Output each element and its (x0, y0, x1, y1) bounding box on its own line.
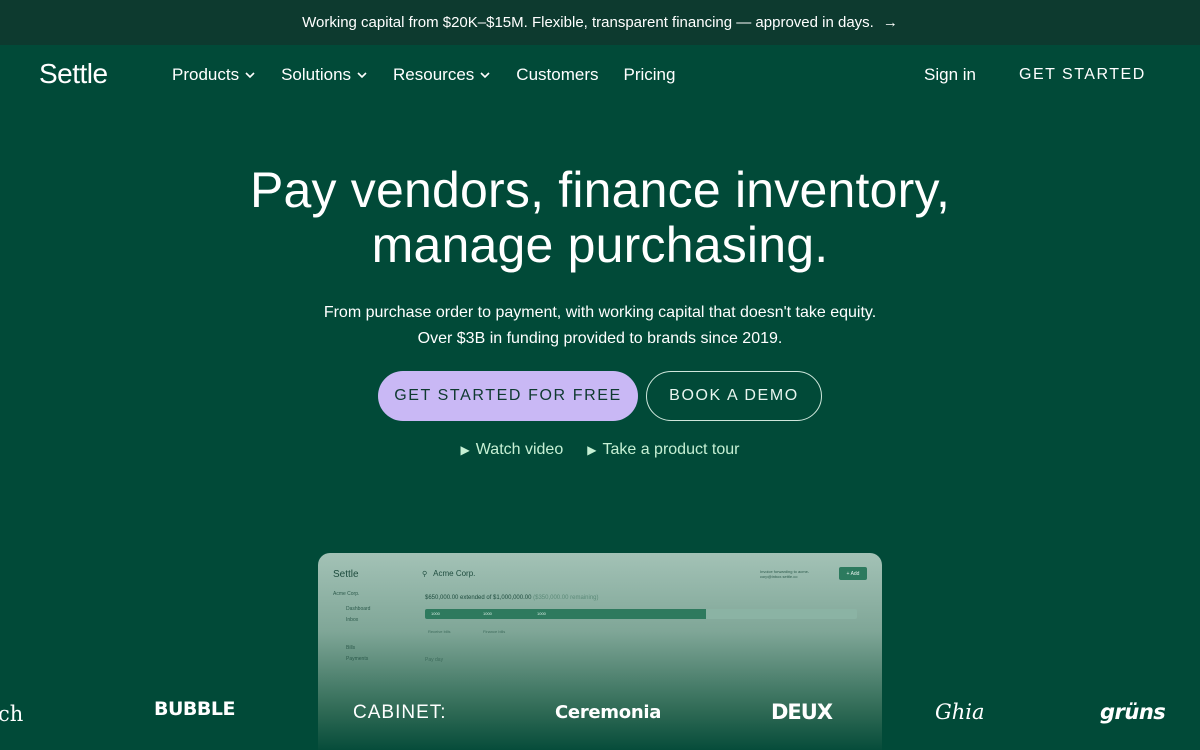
preview-funding-bar-fill (425, 609, 706, 619)
book-demo-button[interactable]: BOOK A DEMO (646, 371, 822, 421)
watch-video-link[interactable]: ▶ Watch video (461, 441, 564, 459)
product-tour-link[interactable]: ▶ Take a product tour (587, 441, 739, 459)
customer-logos: ch BUBBLE CABINET: Ceremonia DEUX Ghia g… (0, 690, 1200, 740)
play-icon: ▶ (587, 443, 597, 457)
preview-funding-bar: 1000 1000 1000 (425, 609, 857, 619)
preview-add-button: + Add (839, 567, 867, 580)
chevron-down-icon (245, 72, 255, 79)
chevron-down-icon (357, 72, 367, 79)
nav-item-label: Customers (516, 65, 599, 84)
sign-in-link[interactable]: Sign in (924, 65, 976, 85)
nav-item-label: Pricing (623, 65, 676, 84)
top-nav: Settle Products Solutions Resources Cust… (0, 45, 1200, 105)
preview-sidebar-item: Payments (346, 656, 369, 662)
preview-funding-text: $650,000.00 extended of $1,000,000.00 (425, 595, 532, 601)
customer-logo: ch (0, 702, 24, 726)
nav-item-pricing[interactable]: Pricing (623, 65, 675, 85)
watch-video-label: Watch video (475, 441, 564, 458)
preview-forward-text: Invoice forwarding to acme-corp@inbox.se… (760, 569, 810, 579)
nav-item-customers[interactable]: Customers (516, 65, 598, 85)
announcement-bar[interactable]: Working capital from $20K–$15M. Flexible… (0, 0, 1200, 45)
chevron-down-icon (480, 72, 490, 79)
hero-title-line: manage purchasing. (371, 217, 829, 273)
brand-logo[interactable]: Settle (39, 58, 108, 90)
preview-search: ⚲ Acme Corp. (422, 569, 475, 578)
preview-bar-label: 1000 (537, 611, 546, 616)
preview-company: Acme Corp. (433, 569, 476, 578)
preview-chip: Receive bills (428, 629, 451, 634)
preview-funding: $650,000.00 extended of $1,000,000.00 ($… (425, 595, 599, 601)
get-started-nav-button[interactable]: GET STARTED (1019, 66, 1146, 84)
announcement-text: Working capital from $20K–$15M. Flexible… (302, 14, 874, 31)
nav-links: Products Solutions Resources Customers P… (172, 65, 700, 85)
hero-secondary-links: ▶ Watch video ▶ Take a product tour (0, 441, 1200, 459)
nav-item-solutions[interactable]: Solutions (281, 65, 368, 85)
preview-sidebar-item: Bills (346, 645, 356, 651)
hero-subtitle-line: Over $3B in funding provided to brands s… (417, 330, 783, 347)
hero-subtitle: From purchase order to payment, with wor… (0, 300, 1200, 352)
hero-title: Pay vendors, finance inventory, manage p… (0, 163, 1200, 273)
nav-item-label: Resources (393, 65, 475, 84)
arrow-right-icon: → (882, 14, 898, 31)
nav-item-label: Solutions (281, 65, 352, 84)
nav-item-products[interactable]: Products (172, 65, 256, 85)
preview-sidebar-item: Inbox (346, 617, 359, 623)
customer-logo: DEUX (771, 700, 833, 724)
customer-logo: BUBBLE (154, 698, 235, 720)
preview-logo: Settle (333, 569, 359, 580)
product-tour-label: Take a product tour (602, 441, 740, 458)
customer-logo: CABINET: (353, 702, 447, 723)
preview-sidebar-item: Acme Corp. (333, 591, 360, 597)
preview-bar-label: 1000 (483, 611, 492, 616)
preview-funding-remaining: ($350,000.00 remaining) (533, 595, 599, 601)
search-icon: ⚲ (422, 571, 428, 578)
customer-logo: Ceremonia (555, 702, 662, 723)
hero-subtitle-line: From purchase order to payment, with wor… (323, 304, 877, 321)
preview-chip: Finance bills (483, 629, 506, 634)
play-icon: ▶ (460, 443, 470, 457)
customer-logo: grüns (1100, 700, 1166, 724)
customer-logo: Ghia (935, 700, 985, 724)
preview-sidebar-item: Dashboard (346, 606, 371, 612)
get-started-free-button[interactable]: GET STARTED FOR FREE (378, 371, 638, 421)
preview-bar-label: 1000 (431, 611, 440, 616)
hero-title-line: Pay vendors, finance inventory, (249, 162, 951, 218)
preview-section-label: Pay day (425, 657, 444, 663)
nav-item-resources[interactable]: Resources (393, 65, 491, 85)
nav-item-label: Products (172, 65, 240, 84)
